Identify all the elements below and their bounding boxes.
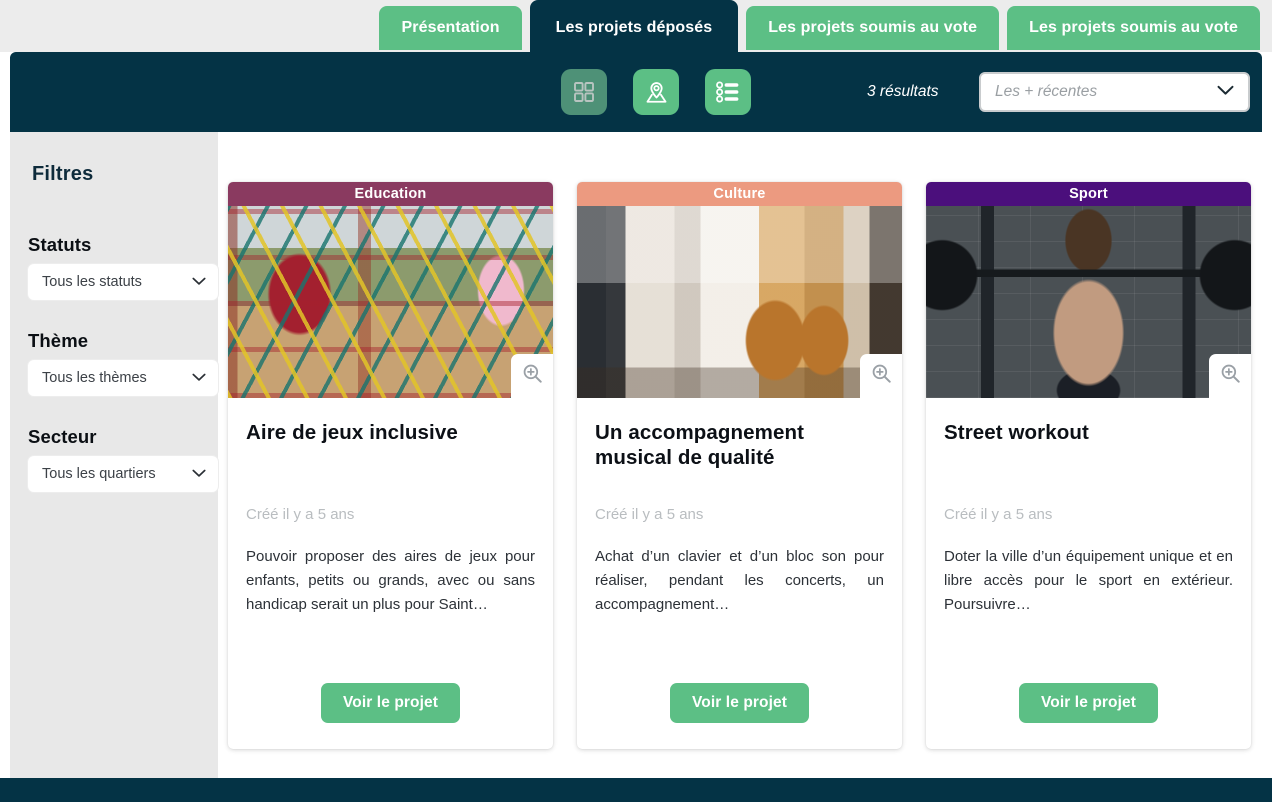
- sort-dropdown[interactable]: Les + récentes: [979, 72, 1250, 112]
- results-toolbar: 3 résultats Les + récentes: [10, 52, 1262, 132]
- category-badge: Sport: [926, 182, 1251, 206]
- project-card[interactable]: Sport Street workout Créé il y a 5 ans D…: [926, 182, 1251, 749]
- card-description: Achat d’un clavier et d’un bloc son pour…: [595, 548, 884, 613]
- sort-dropdown-value: Les + récentes: [995, 83, 1098, 100]
- card-cta-row: Voir le projet: [595, 665, 884, 749]
- chevron-down-icon: [1217, 83, 1234, 101]
- filters-title: Filtres: [32, 163, 94, 185]
- card-image-wrap: [228, 206, 553, 398]
- filter-group-statuts: Statuts Tous les statuts: [28, 234, 218, 300]
- card-cta-row: Voir le projet: [944, 665, 1233, 749]
- page-footer-bar: [0, 778, 1272, 802]
- project-card[interactable]: Education Aire de jeux inclusive Créé il…: [228, 182, 553, 749]
- card-created-date: Créé il y a 5 ans: [595, 506, 704, 523]
- category-badge: Culture: [577, 182, 902, 206]
- image-zoom-button[interactable]: [511, 354, 553, 398]
- list-view-button[interactable]: [705, 69, 751, 115]
- grid-icon: [573, 81, 595, 103]
- playground-photo: [228, 206, 553, 398]
- card-description: Pouvoir proposer des aires de jeux pour …: [246, 548, 535, 613]
- card-description: Doter la ville d’un équipement unique et…: [944, 548, 1233, 613]
- card-title: Un accompagnement musical de qualité: [595, 421, 805, 470]
- chevron-down-icon: [192, 465, 206, 483]
- view-mode-toggles: [561, 69, 751, 115]
- view-project-button[interactable]: Voir le projet: [321, 683, 460, 723]
- tab-projets-soumis-vote-1[interactable]: Les projets soumis au vote: [746, 6, 1000, 50]
- image-zoom-button[interactable]: [860, 354, 902, 398]
- card-body: Un accompagnement musical de qualité Cré…: [577, 398, 902, 749]
- filter-label-statuts: Statuts: [28, 234, 92, 255]
- magnifier-plus-icon: [1220, 363, 1241, 389]
- tab-presentation[interactable]: Présentation: [379, 6, 522, 50]
- card-body: Aire de jeux inclusive Créé il y a 5 ans…: [228, 398, 553, 749]
- tab-projets-deposes[interactable]: Les projets déposés: [529, 0, 739, 52]
- card-cta-row: Voir le projet: [246, 665, 535, 749]
- chevron-down-icon: [192, 273, 206, 291]
- card-body: Street workout Créé il y a 5 ans Doter l…: [926, 398, 1251, 749]
- music-room-photo: [577, 206, 902, 398]
- view-project-button[interactable]: Voir le projet: [670, 683, 809, 723]
- street-workout-photo: [926, 206, 1251, 398]
- card-title: Street workout: [944, 421, 1089, 444]
- image-zoom-button[interactable]: [1209, 354, 1251, 398]
- list-icon: [716, 81, 740, 103]
- filter-group-secteur: Secteur Tous les quartiers: [28, 426, 218, 492]
- statuts-dropdown-value: Tous les statuts: [42, 274, 142, 290]
- theme-dropdown-value: Tous les thèmes: [42, 370, 147, 386]
- card-created-date: Créé il y a 5 ans: [246, 506, 355, 523]
- content-area: Filtres Statuts Tous les statuts Thème T…: [0, 132, 1272, 778]
- page-root: Présentation Les projets déposés Les pro…: [0, 0, 1272, 802]
- card-image-wrap: [926, 206, 1251, 398]
- category-badge: Education: [228, 182, 553, 206]
- grid-view-button[interactable]: [561, 69, 607, 115]
- secteur-dropdown-value: Tous les quartiers: [42, 466, 156, 482]
- filters-sidebar: Filtres Statuts Tous les statuts Thème T…: [10, 132, 218, 778]
- tab-label: Les projets soumis au vote: [768, 19, 978, 36]
- project-card[interactable]: Culture Un accompagnement musical de qua…: [577, 182, 902, 749]
- view-project-button[interactable]: Voir le projet: [1019, 683, 1158, 723]
- card-image-wrap: [577, 206, 902, 398]
- secteur-dropdown[interactable]: Tous les quartiers: [28, 456, 218, 492]
- magnifier-plus-icon: [871, 363, 892, 389]
- filter-label-secteur: Secteur: [28, 426, 97, 447]
- filter-group-theme: Thème Tous les thèmes: [28, 330, 218, 396]
- card-title: Aire de jeux inclusive: [246, 421, 458, 444]
- chevron-down-icon: [192, 369, 206, 387]
- main-tab-bar: Présentation Les projets déposés Les pro…: [0, 0, 1272, 52]
- magnifier-plus-icon: [522, 363, 543, 389]
- results-count: 3 résultats: [867, 83, 939, 100]
- tab-label: Les projets soumis au vote: [1029, 19, 1238, 36]
- map-pin-icon: [644, 80, 669, 105]
- map-view-button[interactable]: [633, 69, 679, 115]
- tab-label: Les projets déposés: [555, 19, 713, 36]
- tab-projets-soumis-vote-2[interactable]: Les projets soumis au vote: [1007, 6, 1260, 50]
- statuts-dropdown[interactable]: Tous les statuts: [28, 264, 218, 300]
- tab-label: Présentation: [401, 19, 500, 36]
- theme-dropdown[interactable]: Tous les thèmes: [28, 360, 218, 396]
- card-created-date: Créé il y a 5 ans: [944, 506, 1053, 523]
- filter-label-theme: Thème: [28, 330, 89, 351]
- project-card-grid: Education Aire de jeux inclusive Créé il…: [218, 132, 1272, 778]
